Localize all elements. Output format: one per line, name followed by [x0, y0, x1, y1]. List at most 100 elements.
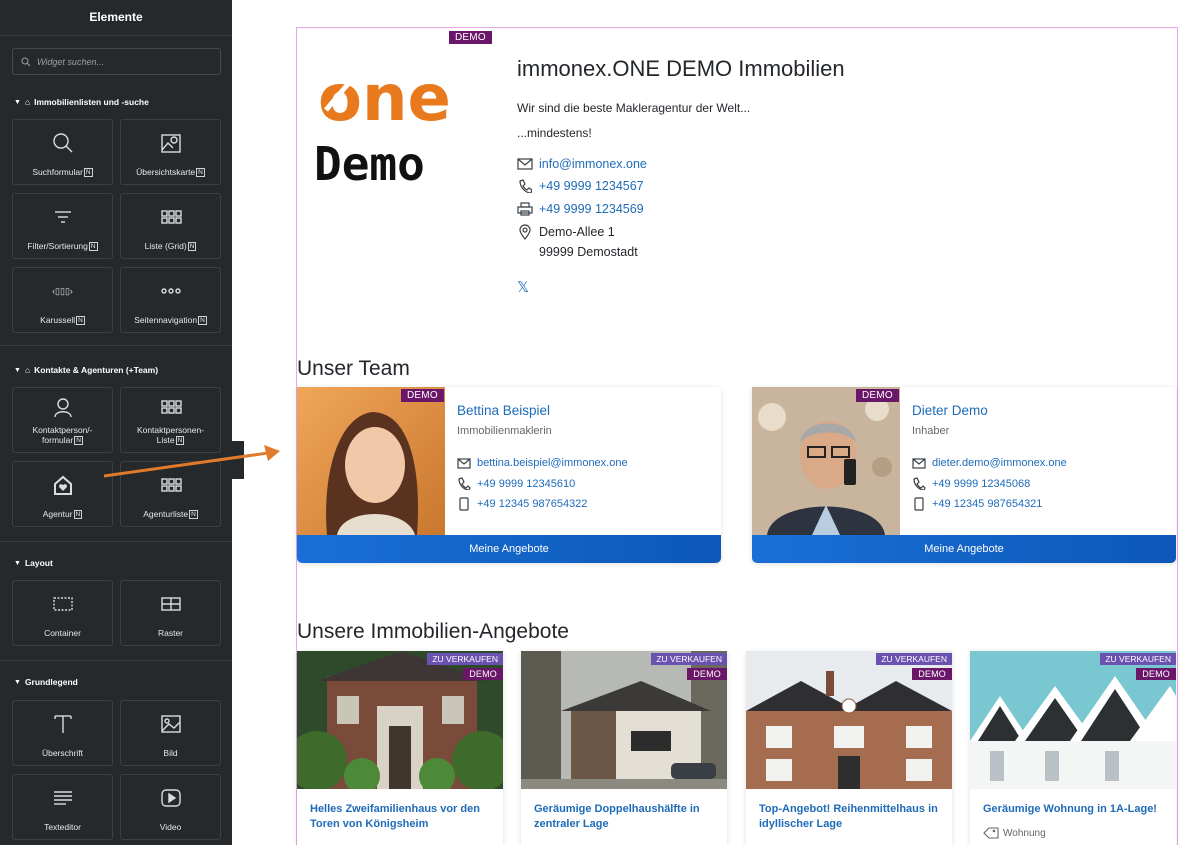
divider	[0, 345, 232, 346]
widget-uebersichtskarte[interactable]: Übersichtskarte N	[120, 119, 221, 185]
category-kontakte[interactable]: ▼ ⌂ Kontakte & Agenturen (+Team)	[14, 365, 158, 375]
widget-panel: Elemente Widget suchen... ▼ ⌂ Immobilien…	[0, 0, 232, 845]
team-phone[interactable]: +49 9999 12345068	[912, 477, 1030, 490]
team-card: DEMO Bettina Beispiel Immobilienmaklerin…	[297, 387, 721, 563]
envelope-icon	[457, 457, 471, 469]
divider	[0, 541, 232, 542]
grid-icon	[160, 396, 182, 418]
envelope-icon	[912, 457, 926, 469]
widget-karussell[interactable]: ‹▯▯▯› Karussell N	[12, 267, 113, 333]
carousel-icon: ‹▯▯▯›	[52, 285, 73, 296]
widget-container[interactable]: Container	[12, 580, 113, 646]
widget-video[interactable]: Video	[120, 774, 221, 840]
person-icon	[52, 396, 74, 418]
category-grundlegend[interactable]: ▼ Grundlegend	[14, 677, 78, 687]
for-sale-badge: ZU VERKAUFEN	[1100, 653, 1176, 665]
panel-title: Elemente	[0, 0, 232, 36]
widget-bild[interactable]: Bild	[120, 700, 221, 766]
property-title[interactable]: Geräumige Wohnung in 1A-Lage!	[983, 802, 1168, 817]
team-phone[interactable]: +49 9999 12345610	[457, 477, 575, 490]
team-member-role: Inhaber	[912, 425, 950, 437]
property-card[interactable]: ZU VERKAUFEN DEMO Geräumige Doppelhaushä…	[521, 651, 727, 845]
widget-filter[interactable]: Filter/Sortierung N	[12, 193, 113, 259]
home-icon: ⌂	[24, 365, 31, 375]
category-immobilienlisten[interactable]: ▼ ⌂ Immobilienlisten und -suche	[14, 97, 149, 107]
team-email[interactable]: bettina.beispiel@immonex.one	[457, 457, 628, 469]
demo-badge: DEMO	[687, 668, 727, 680]
property-title[interactable]: Helles Zweifamilienhaus vor den Toren vo…	[310, 802, 495, 832]
team-mobile[interactable]: +49 12345 987654321	[912, 497, 1042, 511]
annotation-arrow	[103, 445, 280, 478]
container-icon	[52, 593, 74, 615]
property-title[interactable]: Geräumige Doppelhaushälfte in zentraler …	[534, 802, 719, 832]
map-icon	[160, 132, 182, 154]
property-type: Wohnung	[983, 827, 1046, 839]
text-editor-icon	[52, 787, 74, 809]
team-heading: Unser Team	[297, 357, 410, 380]
my-offers-button[interactable]: Meine Angebote	[297, 535, 721, 563]
location-pin-icon	[517, 224, 533, 240]
agency-address: Demo-Allee 1	[517, 224, 615, 240]
n-badge: N	[88, 242, 98, 251]
agency-phone[interactable]: +49 9999 1234567	[517, 179, 644, 193]
n-badge: N	[189, 510, 198, 519]
n-badge: N	[74, 436, 83, 445]
team-member-name[interactable]: Dieter Demo	[912, 403, 988, 418]
widget-ueberschrift[interactable]: Überschrift	[12, 700, 113, 766]
demo-badge: DEMO	[1136, 668, 1176, 680]
widget-search-input[interactable]: Widget suchen...	[12, 48, 221, 75]
n-badge: N	[83, 168, 93, 177]
property-card[interactable]: ZU VERKAUFEN DEMO Top-Angebot! Reihenmit…	[746, 651, 952, 845]
category-layout[interactable]: ▼ Layout	[14, 558, 53, 568]
heading-icon	[52, 713, 74, 735]
search-icon	[21, 57, 31, 66]
widget-liste-grid[interactable]: Liste (Grid) N	[120, 193, 221, 259]
svg-text:Demo: Demo	[314, 137, 425, 191]
property-card[interactable]: ZU VERKAUFEN DEMO Helles Zweifamilienhau…	[297, 651, 503, 845]
my-offers-button[interactable]: Meine Angebote	[752, 535, 1176, 563]
widget-kontaktperson[interactable]: Kontaktperson/- formular N	[12, 387, 113, 453]
for-sale-badge: ZU VERKAUFEN	[651, 653, 727, 665]
widget-texteditor[interactable]: Texteditor	[12, 774, 113, 840]
image-icon	[160, 713, 182, 735]
agency-fax[interactable]: +49 9999 1234569	[517, 202, 644, 216]
widget-raster[interactable]: Raster	[120, 580, 221, 646]
demo-badge: DEMO	[449, 31, 492, 44]
agency-city: 99999 Demostadt	[539, 245, 638, 259]
printer-icon	[517, 202, 533, 216]
team-member-name[interactable]: Bettina Beispiel	[457, 403, 550, 418]
n-badge: N	[76, 316, 85, 325]
demo-badge: DEMO	[463, 668, 503, 680]
n-badge: N	[73, 510, 83, 519]
team-email[interactable]: dieter.demo@immonex.one	[912, 457, 1067, 469]
property-card[interactable]: ZU VERKAUFEN DEMO Geräumige Wohnung in 1…	[970, 651, 1176, 845]
envelope-icon	[517, 157, 533, 171]
demo-badge: DEMO	[856, 389, 899, 402]
agency-icon	[52, 474, 74, 496]
team-mobile[interactable]: +49 12345 987654322	[457, 497, 587, 511]
team-card: DEMO Dieter Demo Inhaber dieter.demo@imm…	[752, 387, 1176, 563]
team-member-role: Immobilienmaklerin	[457, 425, 552, 437]
for-sale-badge: ZU VERKAUFEN	[876, 653, 952, 665]
x-social-icon[interactable]: 𝕏	[517, 278, 529, 296]
mobile-icon	[914, 497, 924, 511]
n-badge: N	[198, 316, 207, 325]
caret-down-icon: ▼	[14, 366, 21, 374]
agency-email[interactable]: info@immonex.one	[517, 157, 647, 171]
search-icon	[52, 132, 74, 154]
pagination-icon	[160, 280, 182, 302]
search-placeholder: Widget suchen...	[37, 56, 104, 67]
widget-suchformular[interactable]: Suchformular N	[12, 119, 113, 185]
widget-agentur[interactable]: Agentur N	[12, 461, 113, 527]
mobile-icon	[459, 497, 469, 511]
n-badge: N	[187, 242, 197, 251]
home-icon: ⌂	[24, 97, 31, 107]
phone-icon	[913, 477, 926, 490]
property-title[interactable]: Top-Angebot! Reihenmittelhaus in idyllis…	[759, 802, 944, 832]
agency-tagline: Wir sind die beste Makleragentur der Wel…	[517, 101, 751, 115]
widget-seitennavigation[interactable]: Seitennavigation N	[120, 267, 221, 333]
video-icon	[160, 787, 182, 809]
demo-badge: DEMO	[912, 668, 952, 680]
phone-icon	[517, 179, 533, 193]
phone-icon	[458, 477, 471, 490]
